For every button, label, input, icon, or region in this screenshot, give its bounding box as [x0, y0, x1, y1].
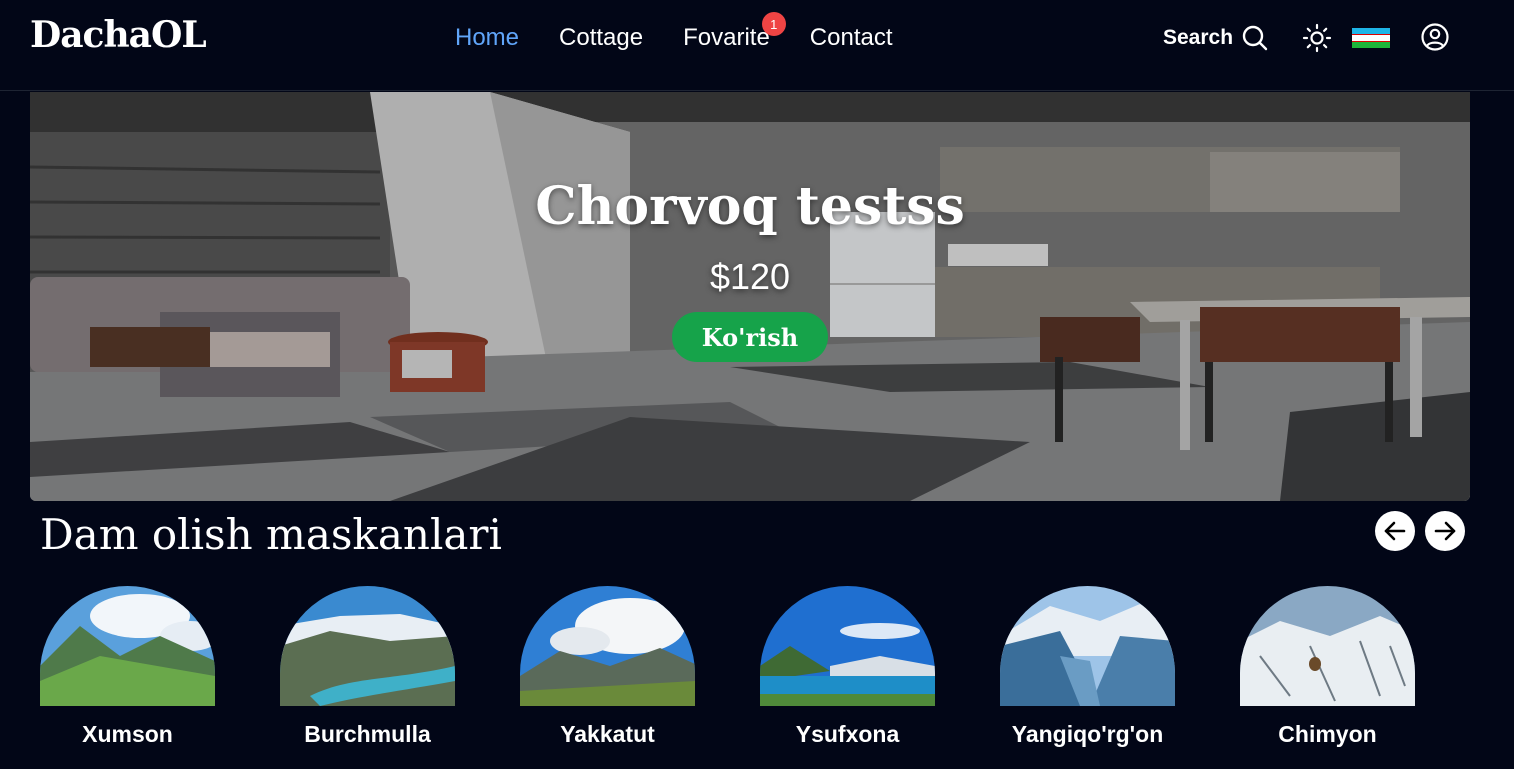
place-card-xumson[interactable]: Xumson	[40, 586, 215, 748]
place-name: Burchmulla	[304, 721, 431, 747]
search-icon	[1242, 25, 1268, 51]
main-nav: Home Cottage Fovarite 1 Contact	[455, 12, 933, 52]
user-circle-icon[interactable]	[1420, 22, 1450, 52]
nav-favorite[interactable]: Fovarite 1	[683, 12, 786, 52]
search-label: Search	[1163, 26, 1234, 49]
place-card-chimyon[interactable]: Chimyon	[1240, 586, 1415, 748]
place-card-burchmulla[interactable]: Burchmulla	[280, 586, 455, 748]
hero-banner[interactable]: Chorvoq testss $120 Ko'rish	[30, 92, 1470, 501]
view-button[interactable]: Ko'rish	[672, 312, 828, 362]
place-image	[280, 586, 455, 706]
favorite-count-badge: 1	[761, 12, 786, 36]
sun-icon[interactable]	[1302, 23, 1332, 53]
place-name: Ysufxona	[795, 721, 900, 747]
hero-content: Chorvoq testss $120 Ko'rish	[30, 92, 1470, 501]
uzbekistan-flag-icon[interactable]	[1352, 28, 1390, 48]
hero-title: Chorvoq testss	[535, 176, 965, 237]
nav-favorite-label: Fovarite	[683, 24, 770, 51]
hero-price: $120	[709, 256, 791, 297]
arrow-right-icon	[1434, 521, 1456, 541]
carousel-next-button[interactable]	[1425, 511, 1465, 551]
carousel-prev-button[interactable]	[1375, 511, 1415, 551]
place-image	[760, 586, 935, 706]
place-image	[1000, 586, 1175, 706]
section-title: Dam olish maskanlari	[40, 510, 502, 559]
place-name: Yakkatut	[560, 721, 655, 747]
nav-contact[interactable]: Contact	[810, 24, 893, 52]
nav-cottage[interactable]: Cottage	[559, 24, 643, 52]
place-card-yakkatut[interactable]: Yakkatut	[520, 586, 695, 748]
place-name: Yangiqo'rg'on	[1011, 721, 1164, 747]
place-name: Xumson	[82, 721, 173, 747]
search-button[interactable]: Search	[1163, 24, 1269, 52]
logo[interactable]: DachaOL	[30, 14, 207, 56]
header: DachaOL Home Cottage Fovarite 1 Contact S…	[0, 0, 1514, 91]
place-card-ysufxona[interactable]: Ysufxona	[760, 586, 935, 748]
place-name: Chimyon	[1278, 721, 1377, 747]
places-carousel: Xumson Burchmulla Yakkatut Ysufxona Yang…	[40, 586, 1480, 769]
place-card-yangiqorgon[interactable]: Yangiqo'rg'on	[1000, 586, 1175, 748]
place-image	[1240, 586, 1415, 706]
place-image	[40, 586, 215, 706]
place-image	[520, 586, 695, 706]
nav-home[interactable]: Home	[455, 24, 519, 52]
arrow-left-icon	[1384, 521, 1406, 541]
